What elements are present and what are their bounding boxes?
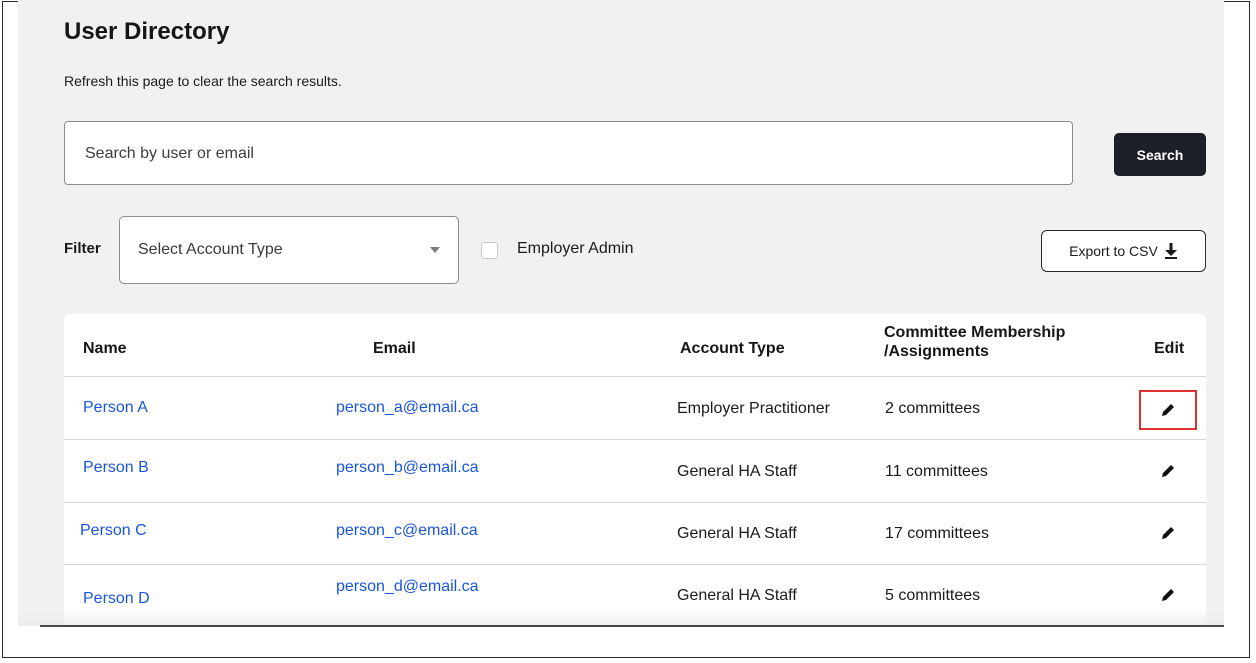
committee-count-cell: 11 committees [885,463,988,480]
account-type-cell: Employer Practitioner [677,400,830,417]
download-icon [1164,243,1177,259]
user-email-link[interactable]: person_d@email.ca [336,578,479,596]
column-header-committee: Committee Membership /Assignments [884,323,1065,361]
filter-label: Filter [64,240,101,257]
committee-count-cell: 17 committees [885,525,990,542]
page-title: User Directory [64,18,230,45]
column-header-committee-line2: /Assignments [884,343,989,360]
user-email-link[interactable]: person_a@email.ca [336,399,479,417]
row-divider [64,376,1206,377]
account-type-cell: General HA Staff [677,463,797,480]
bottom-divider [40,625,1224,627]
edit-button[interactable] [1139,513,1197,553]
edit-button[interactable] [1139,451,1197,491]
user-name-link[interactable]: Person D [83,590,150,608]
scroll-fade [18,608,1224,626]
export-csv-button[interactable]: Export to CSV [1041,230,1206,272]
search-button[interactable]: Search [1114,133,1206,176]
employer-admin-checkbox[interactable] [481,242,498,259]
user-email-link[interactable]: person_c@email.ca [336,522,478,540]
employer-admin-label[interactable]: Employer Admin [517,240,634,258]
pencil-icon [1162,527,1174,539]
column-header-committee-line1: Committee Membership [884,324,1066,341]
user-table: Name Email Account Type Committee Member… [64,314,1206,626]
column-header-name: Name [83,340,127,357]
account-type-cell: General HA Staff [677,525,797,542]
user-email-link[interactable]: person_b@email.ca [336,459,479,477]
account-type-cell: General HA Staff [677,587,797,604]
column-header-email: Email [373,340,416,357]
user-name-link[interactable]: Person B [83,459,149,477]
user-name-link[interactable]: Person C [80,522,147,540]
account-type-select[interactable]: Select Account Type [119,216,459,284]
committee-count-cell: 2 committees [885,400,981,417]
pencil-icon [1162,465,1174,477]
committee-count-cell: 5 committees [885,587,981,604]
column-header-account-type: Account Type [680,340,785,357]
row-divider [64,439,1206,440]
page-subtitle: Refresh this page to clear the search re… [64,73,342,89]
row-divider [64,502,1206,503]
export-csv-label: Export to CSV [1069,243,1158,259]
chevron-down-icon [430,247,440,253]
pencil-icon [1162,589,1174,601]
row-divider [64,564,1206,565]
account-type-select-value: Select Account Type [138,241,283,258]
user-name-link[interactable]: Person A [83,399,148,417]
search-input[interactable] [83,122,1047,186]
pencil-icon [1162,404,1174,416]
column-header-edit: Edit [1154,340,1185,357]
search-field[interactable] [64,121,1073,186]
edit-button[interactable] [1139,390,1197,430]
